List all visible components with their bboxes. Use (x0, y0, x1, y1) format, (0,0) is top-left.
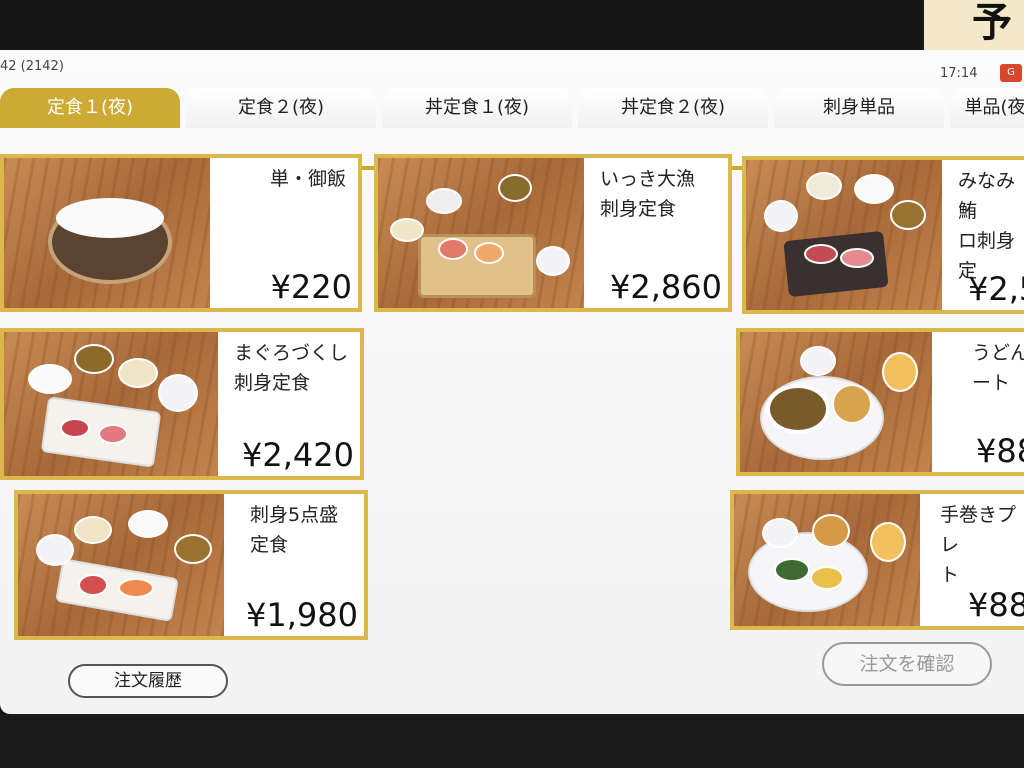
rice-bowl-small (128, 510, 168, 538)
sashimi5-photo (18, 494, 224, 636)
menu-item-name: みなみ鮪 ロ刺身定 (958, 170, 1016, 282)
tempura (832, 384, 872, 424)
tab-donteishoku-2[interactable]: 丼定食２(夜) (578, 88, 768, 128)
side-dish (390, 218, 424, 242)
miso-soup (74, 344, 114, 374)
teapot (158, 374, 198, 412)
egg (810, 566, 844, 590)
udon-bowl (766, 384, 830, 434)
table-number: 42 (2142) (0, 59, 64, 74)
side-bowl (806, 172, 842, 200)
card-info: 単・御飯 ¥220 (210, 158, 358, 308)
menu-item-price: ¥880 (968, 586, 1024, 624)
tuna-slice (60, 418, 90, 438)
ikki-photo (378, 158, 584, 308)
udon-photo (740, 332, 932, 472)
temaki-photo (734, 494, 920, 626)
toro-slice (98, 424, 128, 444)
menu-card-temaki-plate[interactable]: 手巻きプレ ト ¥880 (730, 490, 1024, 630)
sashimi-box (418, 234, 536, 298)
menu-card-udon-set[interactable]: うどん ート ¥88 (736, 328, 1024, 476)
rice-bowl-small (28, 364, 72, 394)
menu-item-name: いっき大漁 刺身定食 (600, 168, 696, 220)
menu-card-rice[interactable]: 単・御飯 ¥220 (0, 154, 362, 312)
tempura (812, 514, 850, 548)
menu-card-ikki-tairyou[interactable]: いっき大漁 刺身定食 ¥2,860 (374, 154, 732, 312)
salmon-slice (474, 242, 504, 264)
menu-item-name: まぐろづくし 刺身定食 (234, 342, 349, 394)
dessert-glass (870, 522, 906, 562)
tuna-slice (804, 244, 838, 264)
menu-item-name: 手巻きプレ ト (940, 504, 1017, 586)
category-tabs: 定食１(夜) 定食２(夜) 丼定食１(夜) 丼定食２(夜) 刺身単品 単品(夜 (0, 88, 1024, 170)
menu-item-price: ¥88 (976, 432, 1024, 470)
menu-item-name: 刺身5点盛 定食 (250, 504, 339, 556)
rice (56, 198, 164, 238)
card-info: みなみ鮪 ロ刺身定 ¥2,5 (942, 160, 1024, 310)
app-icon: G (1000, 64, 1022, 82)
tab-teishoku-2[interactable]: 定食２(夜) (186, 88, 376, 128)
shrimp (118, 578, 154, 598)
menu-item-price: ¥1,980 (246, 596, 358, 634)
maguro-photo (4, 332, 218, 476)
menu-item-name: 単・御飯 (270, 168, 347, 190)
miso-soup (498, 174, 532, 202)
toro-slice (840, 248, 874, 268)
card-info: いっき大漁 刺身定食 ¥2,860 (584, 158, 728, 308)
rice-photo (4, 158, 210, 308)
miso-soup (174, 534, 212, 564)
clock: 17:14 (940, 66, 978, 81)
bezel-top (0, 0, 1024, 52)
order-history-button[interactable]: 注文履歴 (68, 664, 228, 698)
teapot (800, 346, 836, 376)
rice-bowl-small (854, 174, 894, 204)
tuna-slice (78, 574, 108, 596)
teapot (764, 200, 798, 232)
bezel-bottom (0, 714, 1024, 768)
teapot (36, 534, 74, 566)
black-plate (783, 230, 889, 298)
tab-single-items[interactable]: 単品(夜 (950, 88, 1024, 128)
dessert-glass (882, 352, 918, 392)
tab-teishoku-1[interactable]: 定食１(夜) (0, 88, 180, 128)
sashimi-plate (55, 558, 179, 622)
miso-soup (890, 200, 926, 230)
screen: 42 (2142) 17:14 G 定食１(夜) 定食２(夜) 丼定食１(夜) … (0, 50, 1024, 714)
card-info: 刺身5点盛 定食 ¥1,980 (224, 494, 364, 636)
card-info: まぐろづくし 刺身定食 ¥2,420 (218, 332, 360, 476)
confirm-order-button[interactable]: 注文を確認 (822, 642, 992, 686)
side-dish (118, 358, 158, 388)
card-info: 手巻きプレ ト ¥880 (920, 494, 1024, 626)
teapot (762, 518, 798, 548)
menu-item-price: ¥2,5 (968, 270, 1024, 308)
menu-item-price: ¥2,860 (610, 268, 722, 306)
tuna-slice (438, 238, 468, 260)
menu-card-minami-maguro[interactable]: みなみ鮪 ロ刺身定 ¥2,5 (742, 156, 1024, 314)
minami-photo (746, 160, 942, 310)
sticker: 予 (922, 0, 1024, 56)
status-bar: 42 (2142) 17:14 G (0, 50, 1024, 86)
menu-item-name: うどん ート (972, 342, 1024, 394)
tab-sashimi-single[interactable]: 刺身単品 (774, 88, 944, 128)
menu-card-maguro-zukushi[interactable]: まぐろづくし 刺身定食 ¥2,420 (0, 328, 364, 480)
nori-roll (774, 558, 810, 582)
card-info: うどん ート ¥88 (932, 332, 1024, 472)
teapot (536, 246, 570, 276)
rice-bowl-small (426, 188, 462, 214)
menu-item-price: ¥220 (270, 268, 352, 306)
tab-donteishoku-1[interactable]: 丼定食１(夜) (382, 88, 572, 128)
side-dish (74, 516, 112, 544)
menu-card-sashimi-5[interactable]: 刺身5点盛 定食 ¥1,980 (14, 490, 368, 640)
menu-item-price: ¥2,420 (242, 436, 354, 474)
